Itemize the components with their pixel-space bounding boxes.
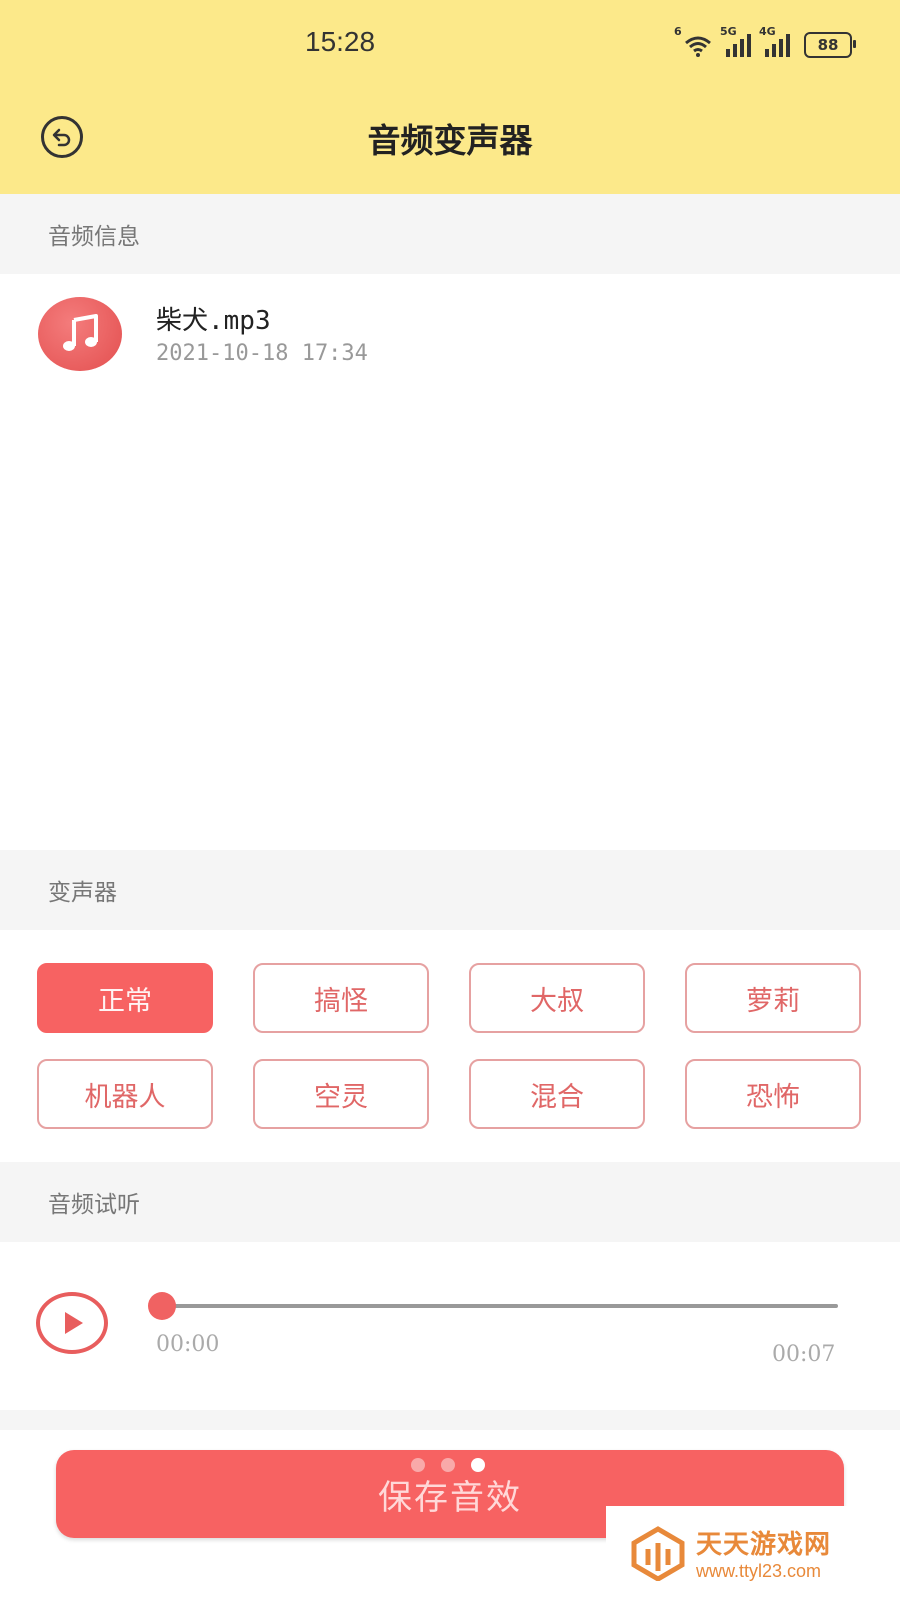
play-icon[interactable] — [36, 1292, 108, 1354]
effect-button-horror[interactable]: 恐怖 — [685, 1059, 861, 1129]
signal-5g-icon: 5G — [720, 25, 751, 57]
watermark-logo-icon — [631, 1526, 685, 1581]
bottom-divider — [0, 1410, 900, 1430]
battery-level: 88 — [817, 36, 839, 54]
effect-button-loli[interactable]: 萝莉 — [685, 963, 861, 1033]
status-icons: 6 5G 4G 88 — [674, 25, 856, 60]
effect-button-ethereal[interactable]: 空灵 — [253, 1059, 429, 1129]
section-voice-changer: 变声器 — [0, 850, 900, 930]
page-indicator — [411, 1458, 485, 1472]
progress-slider[interactable] — [148, 1292, 838, 1320]
file-date: 2021-10-18 17:34 — [156, 341, 368, 366]
progress-thumb[interactable] — [148, 1292, 176, 1320]
wifi-icon: 6 — [674, 25, 712, 57]
file-name: 柴犬.mp3 — [156, 306, 271, 336]
page-title: 音频变声器 — [367, 121, 533, 160]
section-audio-info: 音频信息 — [0, 194, 900, 274]
battery-icon: 88 — [804, 32, 856, 58]
effect-button-funny[interactable]: 搞怪 — [253, 963, 429, 1033]
effect-button-robot[interactable]: 机器人 — [37, 1059, 213, 1129]
signal-4g-label: 4G — [759, 25, 776, 38]
section-audio-preview: 音频试听 — [0, 1162, 900, 1242]
wifi-label: 6 — [674, 25, 682, 38]
page-dot — [411, 1458, 425, 1472]
effect-button-uncle[interactable]: 大叔 — [469, 963, 645, 1033]
signal-5g-label: 5G — [720, 25, 737, 38]
watermark-title: 天天游戏网 — [696, 1530, 832, 1560]
signal-4g-icon: 4G — [759, 25, 790, 57]
current-time: 00:00 — [156, 1332, 220, 1357]
status-bar: 15:28 6 5G 4G 88 — [0, 0, 900, 90]
page-dot — [441, 1458, 455, 1472]
watermark-url: www.ttyl23.com — [696, 1561, 822, 1581]
app-header: 音频变声器 — [0, 90, 900, 194]
watermark: 天天游戏网 www.ttyl23.com — [606, 1506, 900, 1600]
total-time: 00:07 — [772, 1342, 836, 1367]
effect-button-mixed[interactable]: 混合 — [469, 1059, 645, 1129]
page-dot — [471, 1458, 485, 1472]
save-effect-label: 保存音效 — [378, 1477, 522, 1518]
music-note-icon — [38, 297, 122, 371]
effect-button-normal[interactable]: 正常 — [37, 963, 213, 1033]
status-time: 15:28 — [305, 26, 376, 57]
